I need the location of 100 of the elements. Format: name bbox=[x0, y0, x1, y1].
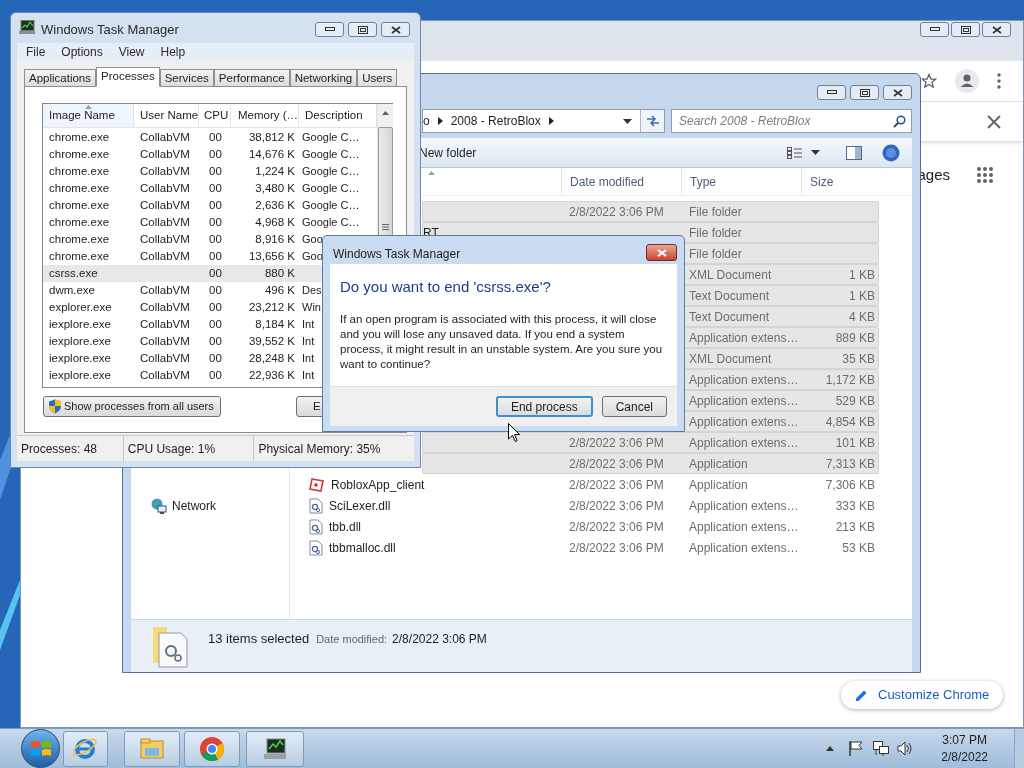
user-name: CollabVM bbox=[140, 232, 190, 245]
image-name: explorer.exe bbox=[49, 300, 112, 313]
user-name: CollabVM bbox=[140, 164, 190, 177]
cpu-value: 00 bbox=[209, 368, 222, 381]
clock-time: 3:07 PM bbox=[942, 731, 987, 749]
status-text: Physical Memory: 35% bbox=[258, 440, 381, 458]
user-name: CollabVM bbox=[140, 368, 190, 381]
image-name: chrome.exe bbox=[49, 249, 110, 262]
memory-value: 28,248 K bbox=[248, 351, 295, 364]
cpu-value: 00 bbox=[209, 300, 222, 313]
user-name: CollabVM bbox=[140, 334, 190, 347]
cpu-value: 00 bbox=[209, 232, 222, 245]
file-size: 35 KB bbox=[842, 351, 875, 366]
file-size: 1 KB bbox=[849, 288, 875, 303]
description-text: Int bbox=[302, 351, 315, 364]
image-name: iexplore.exe bbox=[49, 368, 111, 381]
file-type: Application extens… bbox=[689, 414, 799, 429]
file-size: 7,306 KB bbox=[825, 477, 875, 492]
detail-label: Date modified: bbox=[316, 632, 388, 647]
file-name: tbb.dll bbox=[329, 518, 362, 536]
file-type: XML Document bbox=[689, 267, 772, 282]
selection-summary: 13 items selected bbox=[208, 630, 310, 648]
description-text: Int bbox=[302, 334, 315, 347]
user-name: CollabVM bbox=[140, 181, 190, 194]
status-text: CPU Usage: 1% bbox=[127, 440, 216, 458]
image-name: chrome.exe bbox=[49, 130, 110, 143]
modified-date: 2/8/2022 3:06 PM bbox=[569, 456, 664, 471]
user-name: CollabVM bbox=[140, 300, 190, 313]
cpu-value: 00 bbox=[209, 164, 222, 177]
memory-value: 2,636 K bbox=[255, 198, 295, 211]
user-name: CollabVM bbox=[140, 283, 190, 296]
memory-value: 39,552 K bbox=[248, 334, 295, 347]
description-text: Int bbox=[302, 368, 315, 381]
memory-value: 14,676 K bbox=[248, 147, 295, 160]
window-title: Windows Task Manager bbox=[41, 21, 179, 39]
cpu-value: 00 bbox=[209, 317, 222, 330]
cpu-value: 00 bbox=[209, 147, 222, 160]
file-size: 213 KB bbox=[835, 519, 875, 534]
description-text: Google C… bbox=[302, 215, 360, 228]
modified-date: 2/8/2022 3:06 PM bbox=[569, 519, 664, 534]
cpu-value: 00 bbox=[209, 215, 222, 228]
user-name: CollabVM bbox=[140, 130, 190, 143]
file-size: 53 KB bbox=[842, 540, 875, 555]
memory-value: 22,936 K bbox=[248, 368, 295, 381]
file-type: Application extens… bbox=[689, 393, 799, 408]
description-text: Goo bbox=[302, 232, 323, 245]
file-type: File folder bbox=[689, 204, 742, 219]
modified-date: 2/8/2022 3:06 PM bbox=[569, 498, 664, 513]
image-name: chrome.exe bbox=[49, 198, 110, 211]
file-type: Text Document bbox=[689, 309, 770, 324]
cpu-value: 00 bbox=[209, 181, 222, 194]
user-name: CollabVM bbox=[140, 351, 190, 364]
cpu-value: 00 bbox=[209, 283, 222, 296]
memory-value: 23,212 K bbox=[248, 300, 295, 313]
description-text: Int bbox=[302, 317, 315, 330]
description-text: Goo bbox=[302, 249, 323, 262]
file-size: 889 KB bbox=[835, 330, 875, 345]
file-size: 1 KB bbox=[849, 267, 875, 282]
user-name: CollabVM bbox=[140, 147, 190, 160]
memory-value: 1,224 K bbox=[255, 164, 295, 177]
dialog-title: Windows Task Manager bbox=[333, 246, 461, 263]
memory-value: 496 K bbox=[264, 283, 295, 296]
user-name: CollabVM bbox=[140, 249, 190, 262]
file-type: Application bbox=[689, 477, 748, 492]
image-name: chrome.exe bbox=[49, 215, 110, 228]
detail-value: 2/8/2022 3:06 PM bbox=[392, 631, 487, 648]
cpu-value: 00 bbox=[209, 130, 222, 143]
cpu-value: 00 bbox=[209, 351, 222, 364]
file-size: 7,313 KB bbox=[825, 456, 875, 471]
dialog-message: If an open program is associated with this process, it will close and you will lose any unsaved data. If you end a system process, it might result in an unstable system. Are you sure you want to continue? bbox=[340, 311, 664, 372]
file-type: Application extens… bbox=[689, 498, 799, 513]
file-size: 101 KB bbox=[835, 435, 875, 450]
modified-date: 2/8/2022 3:06 PM bbox=[569, 540, 664, 555]
image-name: chrome.exe bbox=[49, 164, 110, 177]
file-type: Application extens… bbox=[689, 330, 799, 345]
file-name: tbbmalloc.dll bbox=[329, 539, 396, 557]
description-text: Google C… bbox=[302, 147, 360, 160]
user-name: CollabVM bbox=[140, 317, 190, 330]
status-text: Processes: 48 bbox=[21, 440, 98, 458]
image-name: chrome.exe bbox=[49, 147, 110, 160]
image-name: csrss.exe bbox=[49, 266, 98, 279]
description-text: Google C… bbox=[302, 164, 360, 177]
description-text: Google C… bbox=[302, 198, 360, 211]
clock-date: 2/8/2022 bbox=[941, 748, 988, 766]
file-type: Application bbox=[689, 456, 748, 471]
cpu-value: 00 bbox=[209, 266, 222, 279]
description-text: Google C… bbox=[302, 181, 360, 194]
file-type: Application extens… bbox=[689, 519, 799, 534]
file-name: RobloxApp_client bbox=[331, 476, 425, 494]
image-name: iexplore.exe bbox=[49, 351, 111, 364]
modified-date: 2/8/2022 3:06 PM bbox=[569, 204, 664, 219]
modified-date: 2/8/2022 3:06 PM bbox=[569, 435, 664, 450]
cpu-value: 00 bbox=[209, 198, 222, 211]
file-type: Text Document bbox=[689, 288, 770, 303]
file-type: Application extens… bbox=[689, 372, 799, 387]
description-text: Win bbox=[302, 300, 321, 313]
modified-date: 2/8/2022 3:06 PM bbox=[569, 477, 664, 492]
image-name: chrome.exe bbox=[49, 232, 110, 245]
description-text: Des bbox=[302, 283, 322, 296]
file-type: XML Document bbox=[689, 351, 772, 366]
